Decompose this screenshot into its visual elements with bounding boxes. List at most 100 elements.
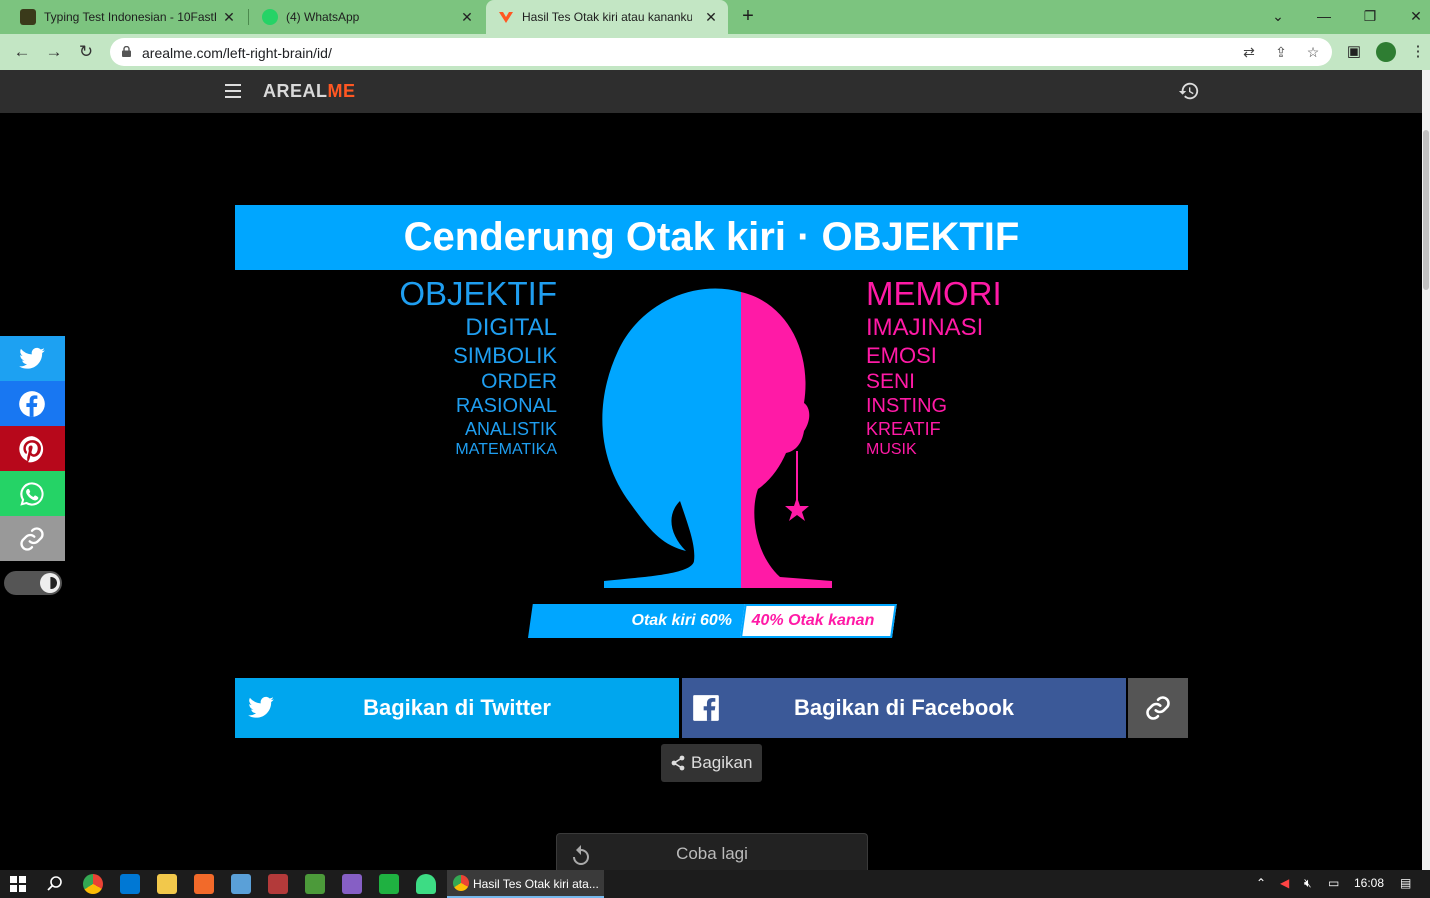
forward-icon[interactable]: → (42, 40, 66, 64)
bagikan-label: Bagikan (691, 753, 753, 772)
close-window-button[interactable]: ✕ (1402, 3, 1430, 29)
page-scrollbar[interactable] (1422, 70, 1430, 870)
browser-menu-icon[interactable]: ⋮ (1406, 40, 1430, 64)
volume-muted-icon[interactable]: 🔇︎ (1304, 876, 1312, 891)
right-word: KREATIF (866, 419, 941, 439)
link-icon (1146, 696, 1170, 720)
right-word: EMOSI (866, 343, 937, 368)
retry-label: Coba lagi (676, 844, 748, 863)
right-word: IMAJINASI (866, 314, 984, 341)
head-silhouette-illustration (602, 288, 832, 588)
dark-mode-toggle[interactable] (4, 571, 62, 595)
profile-avatar[interactable] (1374, 40, 1398, 64)
side-panel-icon[interactable]: ▣ (1342, 40, 1366, 64)
scrollbar-thumb[interactable] (1423, 130, 1429, 290)
restore-button[interactable]: ❐ (1356, 3, 1384, 29)
arealme-icon (499, 12, 513, 23)
app-taskbar-icon[interactable] (268, 874, 288, 894)
site-navbar: AREALME (0, 70, 1422, 113)
result-banner: Cenderung Otak kiri · OBJEKTIF (235, 205, 1188, 270)
tab-separator (248, 9, 249, 25)
10fastfingers-icon (20, 9, 36, 25)
reload-icon[interactable]: ↻ (74, 40, 98, 64)
moon-icon (40, 573, 60, 593)
browser-tab-strip: Typing Test Indonesian - 10FastFingers ✕… (0, 0, 1430, 34)
tab-whatsapp[interactable]: (4) WhatsApp ✕ (250, 0, 484, 34)
left-word: ORDER (481, 370, 557, 393)
bookmark-star-icon[interactable]: ☆ (1304, 43, 1322, 61)
translate-icon[interactable]: ⇄ (1240, 43, 1258, 61)
notifications-icon[interactable]: ▤ (1400, 876, 1411, 890)
file-explorer-icon[interactable] (157, 874, 177, 894)
twitter-icon (19, 347, 45, 369)
sidebar-copy-link[interactable] (0, 516, 65, 561)
python-idle-icon[interactable] (305, 874, 325, 894)
logo-part-me: ME (327, 81, 356, 101)
left-percent-label: Otak kiri 60% (631, 612, 733, 629)
left-word: SIMBOLIK (453, 343, 557, 368)
vscode-taskbar-icon[interactable] (120, 874, 140, 894)
share-facebook-button[interactable]: Bagikan di Facebook (682, 678, 1126, 738)
share-nodes-icon (671, 755, 685, 771)
pinterest-icon (19, 436, 44, 463)
share-twitter-label: Bagikan di Twitter (363, 695, 551, 720)
control-panel-icon[interactable] (231, 874, 251, 894)
close-tab-icon[interactable]: ✕ (458, 8, 476, 26)
sidebar-share-facebook[interactable] (0, 381, 65, 426)
share-twitter-button[interactable]: Bagikan di Twitter (235, 678, 679, 738)
right-word: SENI (866, 370, 916, 393)
tray-chevron-icon[interactable]: ⌃ (1256, 876, 1266, 890)
sidebar-share-whatsapp[interactable] (0, 471, 65, 516)
tab-arealme[interactable]: Hasil Tes Otak kiri atau kananku ✕ (486, 0, 728, 34)
retry-icon (573, 845, 589, 865)
address-bar[interactable]: arealme.com/left-right-brain/id/ ⇄ ⇪ ☆ (110, 38, 1332, 66)
tab-10fastfingers[interactable]: Typing Test Indonesian - 10FastFingers ✕ (8, 0, 246, 34)
windows-start-icon[interactable] (8, 874, 28, 894)
new-tab-button[interactable]: + (736, 6, 760, 28)
left-word: MATEMATIKA (455, 441, 557, 458)
search-icon[interactable] (45, 874, 65, 894)
windows-taskbar: Hasil Tes Otak kiri ata... ⌃ ◀ 🔇︎ ▭ 16:0… (0, 870, 1430, 898)
bagikan-share-button[interactable]: Bagikan (661, 744, 762, 782)
browser-toolbar: ← → ↻ arealme.com/left-right-brain/id/ ⇄… (0, 34, 1430, 70)
share-icon[interactable]: ⇪ (1272, 43, 1290, 61)
visual-studio-icon[interactable] (342, 874, 362, 894)
taskbar-active-chrome-window[interactable]: Hasil Tes Otak kiri ata... (447, 870, 604, 898)
minimize-button[interactable]: — (1310, 3, 1338, 29)
clock[interactable]: 16:08 (1354, 876, 1384, 890)
whatsapp-icon (262, 9, 278, 25)
logo-part-areal: AREAL (263, 81, 328, 101)
android-studio-icon[interactable] (416, 874, 436, 894)
history-icon[interactable] (1178, 80, 1200, 102)
site-logo[interactable]: AREALME (263, 81, 356, 102)
copy-link-button[interactable] (1128, 678, 1188, 738)
line-app-icon[interactable] (379, 874, 399, 894)
sidebar-share-twitter[interactable] (0, 336, 65, 381)
share-facebook-label: Bagikan di Facebook (793, 695, 1015, 720)
tab-title: Hasil Tes Otak kiri atau kananku (522, 10, 692, 24)
tab-search-chevron-icon[interactable]: ⌄ (1264, 3, 1292, 29)
right-brain-words: MEMORI IMAJINASI EMOSI SENI INSTING KREA… (866, 275, 1166, 460)
right-word: MUSIK (866, 441, 917, 458)
brain-percentage-bar: Otak kiri 60% 40% Otak kanan (528, 604, 897, 638)
xampp-icon[interactable] (194, 874, 214, 894)
tab-title: (4) WhatsApp (286, 10, 360, 24)
close-tab-icon[interactable]: ✕ (702, 8, 720, 26)
back-icon[interactable]: ← (10, 40, 34, 64)
chrome-taskbar-icon[interactable] (83, 874, 103, 894)
link-icon (20, 527, 44, 551)
whatsapp-icon (20, 482, 44, 506)
retry-button[interactable]: Coba lagi (556, 833, 868, 873)
left-word: OBJEKTIF (399, 275, 557, 312)
left-brain-words: OBJEKTIF DIGITAL SIMBOLIK ORDER RASIONAL… (300, 275, 557, 460)
network-icon[interactable]: ▭ (1328, 876, 1339, 890)
close-tab-icon[interactable]: ✕ (220, 8, 238, 26)
right-word: INSTING (866, 395, 948, 417)
hamburger-menu-icon[interactable] (225, 84, 241, 98)
url-text: arealme.com/left-right-brain/id/ (142, 45, 332, 61)
tab-title: Typing Test Indonesian - 10FastFingers (44, 10, 216, 24)
tray-app-icon[interactable]: ◀ (1280, 876, 1289, 890)
lock-icon (122, 46, 131, 57)
active-window-title: Hasil Tes Otak kiri ata... (473, 877, 599, 891)
sidebar-share-pinterest[interactable] (0, 426, 65, 471)
